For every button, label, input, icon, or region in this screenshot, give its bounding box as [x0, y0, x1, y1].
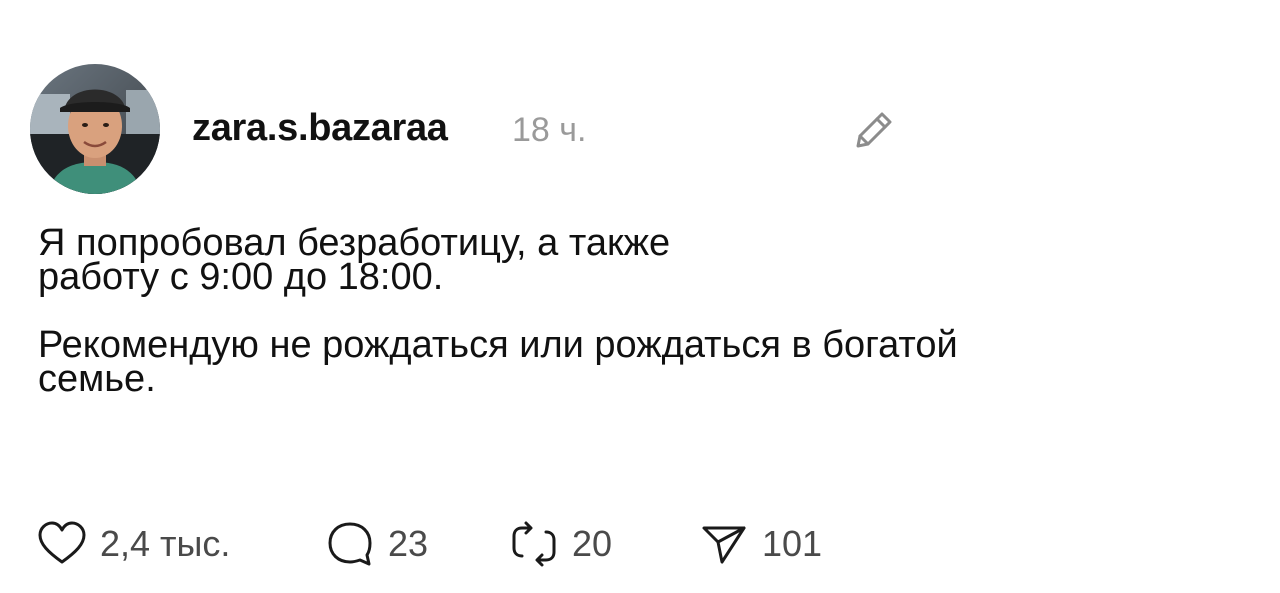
author-avatar[interactable] [30, 64, 160, 194]
share-count: 101 [762, 523, 823, 564]
share-button[interactable]: 101 [698, 516, 822, 572]
repost-count: 20 [572, 523, 613, 564]
edit-button[interactable] [848, 104, 900, 156]
reply-count: 23 [388, 523, 429, 564]
post-body: Я попробовал безработицу, а также работу… [38, 222, 1238, 400]
like-count: 2,4 тыс. [100, 523, 231, 564]
repost-button[interactable]: 20 [508, 516, 612, 572]
pencil-icon [856, 112, 892, 148]
comment-icon [328, 522, 372, 566]
post-paragraph: Я попробовал безработицу, а также работу… [38, 222, 671, 298]
send-icon [702, 526, 746, 564]
author-username[interactable]: zara.s.bazaraa [192, 107, 448, 150]
post-timestamp: 18 ч. [512, 111, 587, 149]
repost-icon [512, 521, 556, 567]
post-paragraph: Рекомендую не рождаться или рождаться в … [38, 324, 958, 400]
heart-icon [38, 521, 86, 564]
user-avatar-photo-icon [30, 64, 160, 194]
post-card: zara.s.bazaraa 18 ч. Я попробовал безраб… [0, 0, 1280, 593]
like-button[interactable]: 2,4 тыс. [36, 516, 230, 572]
reply-button[interactable]: 23 [324, 516, 428, 572]
